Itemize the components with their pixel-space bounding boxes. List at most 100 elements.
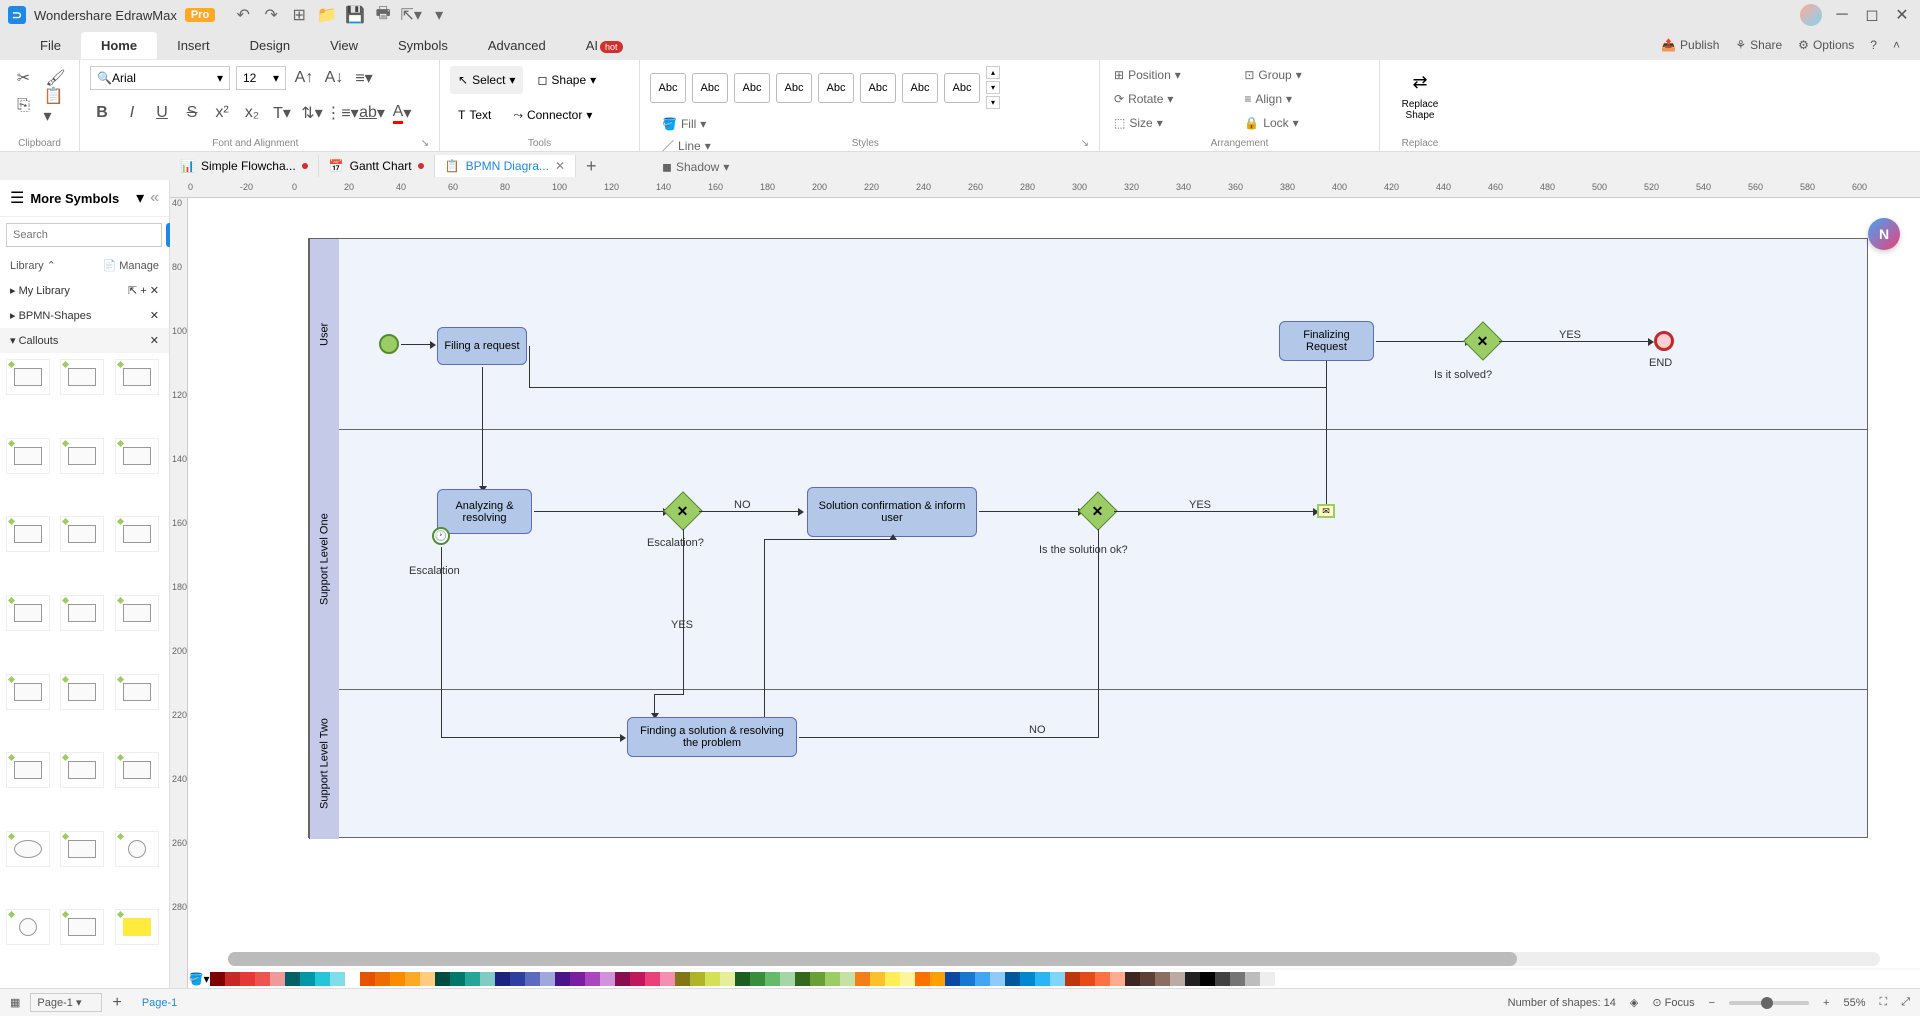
connector-line[interactable] [764, 539, 765, 717]
bpmn-pool[interactable]: User Support Level One Support Level Two… [308, 238, 1868, 838]
color-swatch[interactable] [555, 972, 570, 986]
connector-line[interactable] [1114, 511, 1314, 512]
style-preset-1[interactable]: Abc [650, 73, 686, 103]
style-preset-4[interactable]: Abc [776, 73, 812, 103]
style-preset-7[interactable]: Abc [902, 73, 938, 103]
color-swatch[interactable] [705, 972, 720, 986]
color-swatch[interactable] [240, 972, 255, 986]
tab-gantt-chart[interactable]: 📅 Gantt Chart [319, 155, 435, 177]
task-filing[interactable]: Filing a request [437, 327, 527, 365]
callout-shape[interactable] [60, 516, 104, 552]
color-swatch[interactable] [615, 972, 630, 986]
styles-more-icon[interactable]: ▾ [986, 96, 1000, 109]
color-swatch[interactable] [1215, 972, 1230, 986]
color-swatch[interactable] [840, 972, 855, 986]
color-swatch[interactable] [285, 972, 300, 986]
style-preset-6[interactable]: Abc [860, 73, 896, 103]
color-swatch[interactable] [630, 972, 645, 986]
share-button[interactable]: ⚘ Share [1735, 38, 1782, 52]
highlight-icon[interactable]: ab▾ [360, 101, 384, 125]
color-swatch[interactable] [750, 972, 765, 986]
size-button[interactable]: ⬚ Size ▾ [1110, 114, 1234, 132]
color-swatch[interactable] [1005, 972, 1020, 986]
subscript-icon[interactable]: x₂ [240, 101, 264, 125]
callout-shape[interactable] [6, 674, 50, 710]
print-icon[interactable]: 🖶 [375, 7, 391, 23]
paste-icon[interactable]: 📋▾ [44, 94, 68, 118]
color-swatch[interactable] [510, 972, 525, 986]
styles-up-icon[interactable]: ▴ [986, 66, 1000, 79]
close-section-icon[interactable]: ✕ [150, 334, 159, 347]
color-swatch[interactable] [1230, 972, 1245, 986]
page-tab[interactable]: Page-1 [132, 997, 187, 1009]
callout-shape[interactable] [115, 752, 159, 788]
color-swatch[interactable] [1035, 972, 1050, 986]
task-finalizing[interactable]: Finalizing Request [1279, 321, 1374, 361]
add-tab-button[interactable]: + [576, 156, 607, 177]
italic-icon[interactable]: I [120, 101, 144, 125]
fontsize-select[interactable]: 12 ▾ [236, 66, 286, 90]
menu-home[interactable]: Home [81, 32, 157, 59]
callout-shape[interactable] [115, 359, 159, 395]
align-icon[interactable]: ≡▾ [352, 66, 376, 90]
connector-line[interactable] [979, 511, 1079, 512]
color-swatch[interactable] [735, 972, 750, 986]
color-swatch[interactable] [915, 972, 930, 986]
color-swatch[interactable] [480, 972, 495, 986]
cut-icon[interactable]: ✂ [12, 66, 36, 90]
page-outline-icon[interactable]: ▦ [10, 996, 20, 1009]
zoom-slider[interactable] [1729, 1001, 1809, 1005]
connector-line[interactable] [699, 511, 799, 512]
connector-line[interactable] [401, 344, 431, 345]
color-swatch[interactable] [495, 972, 510, 986]
styles-down-icon[interactable]: ▾ [986, 81, 1000, 94]
minimize-button[interactable]: ─ [1832, 5, 1852, 25]
select-tool[interactable]: ↖ Select ▾ [450, 66, 523, 94]
callout-shape[interactable] [115, 595, 159, 631]
callout-shape[interactable] [60, 674, 104, 710]
position-button[interactable]: ⊞ Position ▾ [1110, 66, 1234, 84]
color-swatch[interactable] [345, 972, 360, 986]
undo-icon[interactable]: ↶ [235, 7, 251, 23]
open-icon[interactable]: 📁 [319, 7, 335, 23]
connector-line[interactable] [529, 346, 530, 388]
scrollbar-thumb[interactable] [228, 952, 1517, 966]
color-swatch[interactable] [945, 972, 960, 986]
color-swatch[interactable] [780, 972, 795, 986]
menu-view[interactable]: View [310, 32, 378, 59]
align-button[interactable]: ≡ Align ▾ [1240, 90, 1364, 108]
connector-line[interactable] [654, 694, 655, 714]
lane-support2[interactable]: Support Level Two [309, 689, 339, 839]
canvas[interactable]: User Support Level One Support Level Two… [188, 198, 1920, 968]
color-swatch[interactable] [1095, 972, 1110, 986]
connector-line[interactable] [529, 387, 1326, 388]
save-icon[interactable]: 💾 [347, 7, 363, 23]
color-swatch[interactable] [525, 972, 540, 986]
color-swatch[interactable] [570, 972, 585, 986]
callout-shape[interactable] [60, 595, 104, 631]
color-swatch[interactable] [1200, 972, 1215, 986]
user-avatar[interactable] [1800, 4, 1822, 26]
color-swatch[interactable] [1080, 972, 1095, 986]
collapse-sidebar-icon[interactable]: « [150, 189, 159, 207]
gateway-escalation[interactable]: ✕ [663, 491, 703, 531]
color-swatch[interactable] [720, 972, 735, 986]
color-swatch[interactable] [1065, 972, 1080, 986]
gateway-solution-ok[interactable]: ✕ [1078, 491, 1118, 531]
style-preset-2[interactable]: Abc [692, 73, 728, 103]
color-swatch[interactable] [600, 972, 615, 986]
close-section-icon[interactable]: ✕ [150, 309, 159, 322]
color-swatch[interactable] [1170, 972, 1185, 986]
callout-shape[interactable] [60, 752, 104, 788]
color-swatch[interactable] [405, 972, 420, 986]
task-finding[interactable]: Finding a solution & resolving the probl… [627, 717, 797, 757]
color-swatch[interactable] [645, 972, 660, 986]
page-select[interactable]: Page-1 ▾ [30, 993, 102, 1012]
color-swatch[interactable] [465, 972, 480, 986]
connector-line[interactable] [534, 511, 664, 512]
connector-line[interactable] [482, 367, 483, 487]
font-color-icon[interactable]: A▾ [390, 101, 414, 125]
color-swatch[interactable] [390, 972, 405, 986]
decrease-font-icon[interactable]: A↓ [322, 66, 346, 90]
callout-shape[interactable] [60, 438, 104, 474]
